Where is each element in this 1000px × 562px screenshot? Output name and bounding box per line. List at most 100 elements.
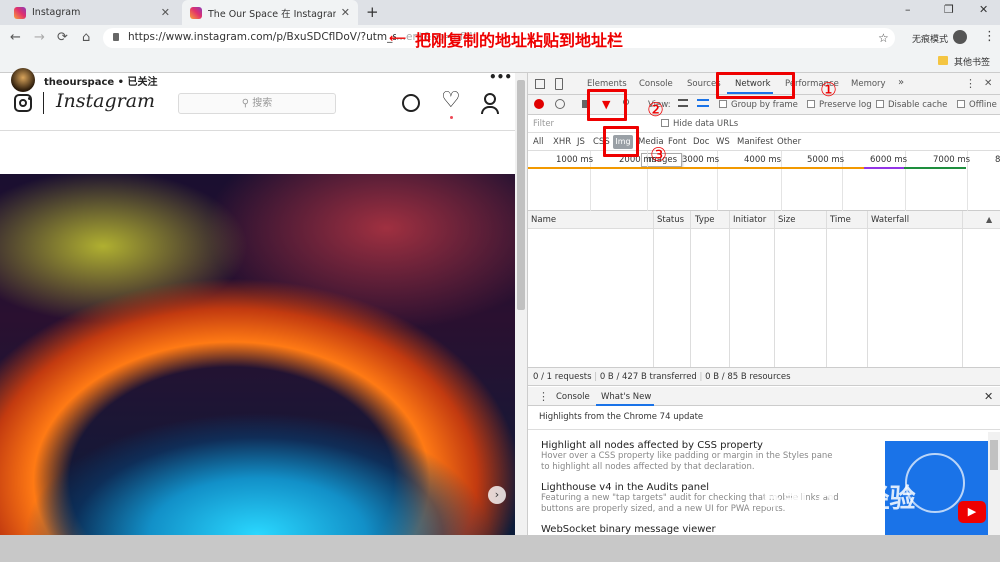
drawer-close-icon[interactable]: ✕ [984, 390, 993, 403]
search-placeholder: 搜索 [252, 98, 273, 109]
incognito-icon[interactable] [953, 30, 967, 44]
column-divider [653, 211, 654, 367]
drawer-tab-whats-new[interactable]: What's New [601, 392, 651, 402]
checkbox[interactable] [957, 100, 965, 108]
hide-data-urls-option[interactable]: Hide data URLs [661, 119, 738, 129]
drawer-tab-console[interactable]: Console [556, 392, 590, 402]
col-name[interactable]: Name [531, 215, 556, 225]
new-tab-button[interactable]: + [366, 3, 379, 21]
inspect-element-icon[interactable] [535, 79, 545, 89]
tab-instagram[interactable]: Instagram ✕ [6, 0, 178, 25]
list-view-icon[interactable] [678, 99, 688, 107]
status-requests: 0 / 1 requests [533, 372, 592, 382]
column-divider [867, 211, 868, 367]
col-type[interactable]: Type [695, 215, 715, 225]
tab-theourspace[interactable]: The Our Space 在 Instagram 上 ✕ [182, 0, 358, 25]
minimize-button[interactable]: – [905, 3, 911, 16]
type-manifest[interactable]: Manifest [737, 137, 773, 147]
close-tab-icon[interactable]: ✕ [161, 6, 170, 19]
home-button[interactable]: ⌂ [82, 30, 90, 45]
type-doc[interactable]: Doc [693, 137, 709, 147]
post-username[interactable]: theourspace • 已关注 [44, 73, 158, 88]
hide-data-urls-label: Hide data URLs [673, 119, 739, 129]
annotation-marker-2: ② [647, 99, 665, 121]
other-bookmarks[interactable]: 其他书签 [954, 55, 990, 68]
column-divider [826, 211, 827, 367]
disable-cache-option[interactable]: Disable cache [876, 100, 947, 110]
bookmark-star-icon[interactable]: ☆ [878, 31, 889, 45]
whats-new-title[interactable]: Highlight all nodes affected by CSS prop… [541, 440, 841, 451]
type-font[interactable]: Font [668, 137, 687, 147]
whats-new-desc: Hover over a CSS property like padding o… [541, 451, 833, 472]
baidu-watermark-url: jingyan.baidu.com [766, 510, 859, 521]
whats-new-item[interactable]: WebSocket binary message viewer [541, 524, 716, 535]
checkbox[interactable] [876, 100, 884, 108]
more-tabs-icon[interactable]: » [898, 77, 904, 88]
offline-option[interactable]: Offline [957, 100, 997, 110]
page-scrollbar-thumb[interactable] [517, 80, 525, 310]
drawer-scrollbar-thumb[interactable] [990, 440, 998, 470]
forward-button[interactable]: → [34, 30, 45, 45]
type-other[interactable]: Other [777, 137, 801, 147]
checkbox[interactable] [807, 100, 815, 108]
profile-icon[interactable] [484, 93, 496, 105]
close-window-button[interactable]: ✕ [979, 3, 988, 16]
username[interactable]: theourspace [44, 77, 114, 88]
tab-elements[interactable]: Elements [587, 79, 627, 89]
next-image-button[interactable]: › [488, 486, 506, 504]
folder-icon [938, 56, 948, 65]
checkbox[interactable] [719, 100, 727, 108]
col-initiator[interactable]: Initiator [733, 215, 766, 225]
sort-arrow-icon[interactable]: ▲ [986, 215, 992, 224]
device-toolbar-icon[interactable] [555, 78, 563, 90]
close-tab-icon[interactable]: ✕ [341, 6, 350, 19]
tick-label: 3000 ms [682, 155, 720, 165]
instagram-wordmark[interactable]: Instagram [56, 90, 155, 112]
avatar[interactable] [11, 68, 35, 92]
tick-label: 7000 ms [933, 155, 971, 165]
col-status[interactable]: Status [657, 215, 684, 225]
devtools-close-icon[interactable]: ✕ [984, 78, 992, 89]
annotation-marker-1: ① [820, 79, 838, 101]
restore-button[interactable]: ❐ [944, 3, 954, 16]
whats-new-item[interactable]: Highlight all nodes affected by CSS prop… [541, 440, 841, 473]
col-time[interactable]: Time [830, 215, 851, 225]
devtools-menu-icon[interactable]: ⋮ [965, 77, 976, 90]
disable-cache-label: Disable cache [888, 100, 948, 110]
type-ws[interactable]: WS [716, 137, 730, 147]
tick-label: 5000 ms [807, 155, 845, 165]
ig-search-input[interactable]: ⚲ 搜索 [178, 93, 336, 114]
post-image[interactable] [0, 174, 515, 535]
type-all[interactable]: All [533, 137, 544, 147]
tab-console[interactable]: Console [639, 79, 673, 89]
notification-dot [450, 116, 453, 119]
tick-label: 1000 ms [556, 155, 594, 165]
preserve-log-option[interactable]: Preserve log [807, 100, 872, 110]
group-by-frame-label: Group by frame [731, 100, 798, 110]
url-text[interactable]: https://www.instagram.com/p/BxuSDCflDoV/… [128, 31, 396, 43]
whats-new-title[interactable]: WebSocket binary message viewer [541, 524, 716, 535]
col-waterfall[interactable]: Waterfall [871, 215, 909, 225]
col-size[interactable]: Size [778, 215, 795, 225]
tab-memory[interactable]: Memory [851, 79, 886, 89]
bottom-bar [0, 535, 1000, 562]
waterfall-view-icon[interactable] [697, 99, 709, 107]
drawer-menu-icon[interactable]: ⋮ [538, 390, 549, 403]
grid-line [781, 151, 782, 211]
reload-button[interactable]: ⟳ [57, 30, 68, 45]
clear-icon[interactable] [555, 99, 565, 109]
menu-icon[interactable]: ⋮ [983, 29, 996, 44]
group-by-frame-option[interactable]: Group by frame [719, 100, 798, 110]
offline-label: Offline [969, 100, 997, 110]
youtube-play-icon[interactable]: ▶ [958, 501, 986, 523]
type-js[interactable]: JS [577, 137, 585, 147]
explore-compass-icon[interactable] [402, 94, 420, 112]
activity-heart-icon[interactable]: ♡ [441, 88, 461, 113]
more-options-icon[interactable]: ••• [489, 70, 512, 84]
type-xhr[interactable]: XHR [553, 137, 571, 147]
filter-input[interactable]: Filter [533, 119, 554, 129]
follow-status: • 已关注 [117, 77, 158, 88]
back-button[interactable]: ← [10, 30, 21, 45]
lock-icon [113, 33, 119, 41]
record-icon[interactable] [534, 99, 544, 109]
